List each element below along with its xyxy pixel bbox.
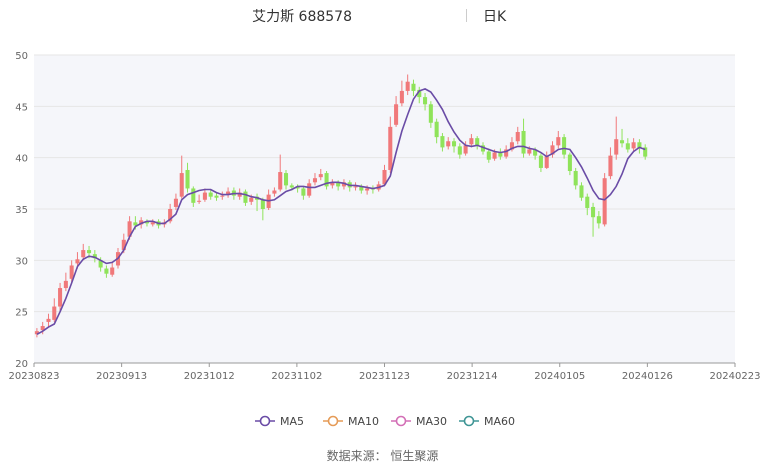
candle-body: [538, 155, 543, 168]
candle-body: [440, 136, 445, 148]
y-tick-label: 30: [15, 256, 28, 267]
y-tick-label: 40: [15, 154, 28, 165]
candle-body: [243, 191, 248, 203]
candle-body: [591, 206, 596, 218]
candle-body: [405, 81, 410, 91]
x-tick-label: 20230823: [9, 371, 60, 382]
candle-body: [556, 137, 561, 146]
candle-body: [411, 83, 416, 91]
candle-body: [596, 216, 601, 224]
candle-body: [579, 185, 584, 198]
x-tick-label: 20240223: [710, 371, 761, 382]
candle-body: [567, 154, 572, 172]
y-tick-label: 45: [15, 102, 28, 113]
candle-body: [63, 280, 68, 289]
y-tick-label: 25: [15, 308, 28, 319]
x-tick-label: 20231214: [447, 371, 498, 382]
y-tick-label: 35: [15, 205, 28, 216]
kline-chart: 20 25 30 35 40 45 50 20230823 20230913 20231012 20…: [9, 51, 761, 428]
candle-body: [620, 140, 625, 144]
candle-body: [52, 306, 57, 320]
candle-body: [301, 188, 306, 196]
candle-body: [446, 141, 451, 147]
candle-body: [283, 173, 289, 186]
candle-body: [365, 188, 370, 191]
candle-body: [75, 259, 80, 264]
candle-body: [515, 132, 520, 142]
candle-body: [214, 195, 219, 198]
candle-body: [58, 288, 63, 307]
candle-body: [260, 199, 265, 209]
candle-body: [527, 149, 532, 154]
legend-marker: [259, 415, 271, 427]
candle-body: [631, 142, 636, 149]
candle-body: [278, 172, 283, 190]
candle-body: [191, 188, 196, 203]
candle-body: [46, 318, 51, 322]
legend-label: MA5: [280, 415, 304, 428]
candle-body: [185, 169, 190, 189]
legend-label: MA30: [416, 415, 447, 428]
candle-body: [312, 178, 318, 183]
x-tick-label: 20240105: [534, 371, 585, 382]
candle-body: [608, 155, 613, 177]
candle-body: [399, 90, 404, 104]
legend-marker: [463, 415, 475, 427]
candle-body: [469, 138, 474, 145]
candle-body: [81, 250, 86, 258]
candle-body: [463, 145, 468, 154]
candle-body: [318, 174, 323, 178]
legend-marker: [395, 415, 407, 427]
data-source-note: 数据来源： 恒生聚源: [326, 449, 439, 463]
candle-body: [486, 151, 491, 160]
candle-body: [614, 139, 619, 155]
candle-body: [434, 121, 439, 138]
candle-body: [428, 104, 433, 123]
candle-body: [272, 190, 277, 194]
x-tick-label: 20231102: [271, 371, 322, 382]
legend-label: MA60: [484, 415, 515, 428]
legend-marker: [327, 415, 339, 427]
candle-body: [150, 222, 155, 225]
candle-body: [220, 195, 225, 197]
x-tick-label: 20230913: [96, 371, 147, 382]
y-tick-label: 20: [15, 359, 28, 370]
candle-body: [625, 143, 630, 150]
candle-body: [388, 126, 393, 170]
candle-body: [110, 267, 115, 275]
candle-body: [602, 178, 607, 225]
candle-body: [573, 171, 578, 186]
candle-body: [457, 146, 462, 155]
candle-body: [249, 197, 254, 202]
legend-label: MA10: [348, 415, 379, 428]
candle-body: [521, 130, 526, 154]
candle-body: [492, 152, 497, 159]
candle-body: [423, 97, 428, 105]
candle-body: [475, 138, 480, 146]
candle-body: [394, 104, 399, 125]
candle-body: [197, 200, 202, 202]
candle-body: [307, 183, 312, 196]
candle-body: [179, 173, 184, 197]
x-tick-label: 20231012: [184, 371, 235, 382]
candle-body: [289, 185, 294, 188]
x-tick-label: 20231123: [359, 371, 410, 382]
candle-body: [353, 186, 358, 188]
x-tick-label: 20240126: [622, 371, 673, 382]
candle-body: [173, 198, 178, 207]
candle-body: [202, 192, 207, 200]
y-tick-label: 50: [15, 51, 28, 62]
candle-body: [451, 141, 457, 147]
candle-body: [585, 196, 590, 208]
candle-body: [562, 137, 567, 155]
candle-body: [104, 268, 109, 274]
candle-body: [87, 250, 92, 254]
candle-body: [208, 192, 213, 197]
